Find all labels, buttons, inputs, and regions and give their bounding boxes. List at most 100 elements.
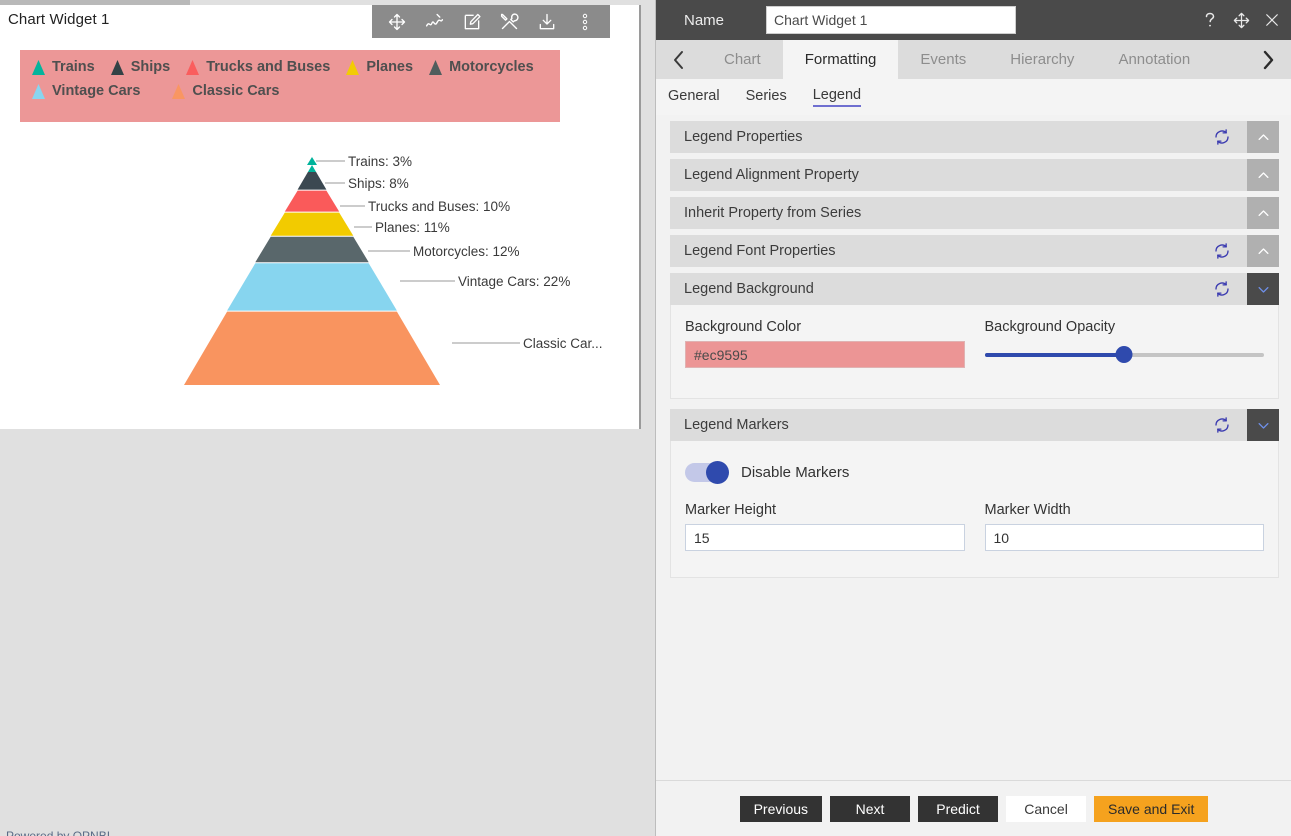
properties-dialog: Name Chart Widget 1 Chart Formatting Eve… [655, 0, 1291, 836]
section-collapse-toggle[interactable] [1247, 159, 1279, 191]
data-label: Vintage Cars: 22% [458, 274, 570, 289]
scribble-icon[interactable] [421, 9, 447, 35]
marker-width-label: Marker Width [984, 502, 1071, 518]
pyramid-slice[interactable] [297, 172, 327, 190]
sub-tab-strip: General Series Legend [656, 79, 1291, 115]
tab-chart[interactable]: Chart [702, 40, 783, 79]
section-title: Inherit Property from Series [684, 205, 862, 221]
section-header[interactable]: Inherit Property from Series [670, 197, 1279, 229]
section-legend-markers: Legend Markers Disable Markers Marker He… [670, 409, 1279, 578]
section-title: Legend Font Properties [684, 243, 836, 259]
section-header[interactable]: Legend Markers [670, 409, 1279, 441]
tab-prev-arrow[interactable] [656, 40, 702, 79]
cancel-button[interactable]: Cancel [1006, 795, 1087, 822]
tab-events[interactable]: Events [898, 40, 988, 79]
pyramid-slice[interactable] [284, 190, 340, 212]
section-header[interactable]: Legend Properties [670, 121, 1279, 153]
section-header[interactable]: Legend Alignment Property [670, 159, 1279, 191]
subtab-general[interactable]: General [668, 88, 720, 106]
dashboard-canvas: Chart Widget 1 Trains Ships Trucks and B… [0, 0, 655, 836]
marker-width-field: Marker Width [984, 502, 1264, 551]
section-collapse-toggle[interactable] [1247, 235, 1279, 267]
legend-item-label: Vintage Cars [52, 83, 141, 99]
legend-row: Trains Ships Trucks and Buses Planes Mot… [32, 59, 548, 75]
refresh-icon[interactable] [1213, 416, 1231, 434]
apex-marker-icon [307, 157, 317, 165]
refresh-icon[interactable] [1213, 280, 1231, 298]
legend-item[interactable]: Vintage Cars [32, 83, 140, 99]
previous-button[interactable]: Previous [739, 795, 823, 822]
section-title: Legend Properties [684, 129, 803, 145]
marker-height-label: Marker Height [685, 502, 777, 518]
legend-item-label: Trains [52, 59, 95, 75]
pyramid-slice[interactable] [270, 212, 354, 236]
tools-icon[interactable] [497, 9, 523, 35]
widget-name-input[interactable] [766, 6, 1017, 34]
disable-markers-toggle[interactable] [685, 461, 729, 484]
section-title: Legend Background [684, 281, 814, 297]
section-collapse-toggle[interactable] [1247, 409, 1279, 441]
predict-button[interactable]: Predict [918, 795, 999, 822]
legend-item[interactable]: Trains [32, 59, 95, 75]
edit-icon[interactable] [459, 9, 485, 35]
tab-formatting[interactable]: Formatting [782, 40, 899, 79]
legend-item[interactable]: Ships [110, 59, 170, 75]
pyramid-slice[interactable] [184, 311, 440, 385]
legend-item[interactable]: Planes [346, 59, 413, 75]
legend-marker-icon [346, 59, 360, 75]
marker-height-input[interactable] [685, 524, 965, 551]
save-and-exit-button[interactable]: Save and Exit [1094, 795, 1209, 822]
close-icon[interactable] [1261, 9, 1283, 31]
legend-item-label: Planes [366, 59, 414, 75]
legend-row: Vintage Cars Classic Cars [32, 83, 548, 99]
section-collapse-toggle[interactable] [1247, 273, 1279, 305]
pyramid-slice[interactable] [227, 263, 397, 311]
dialog-header: Name [656, 0, 1291, 40]
help-icon[interactable] [1199, 9, 1221, 31]
section-title: Legend Alignment Property [684, 167, 859, 183]
refresh-icon[interactable] [1213, 242, 1231, 260]
section-body: Disable Markers Marker Height Marker Wid… [670, 441, 1279, 578]
app-root: Chart Widget 1 Trains Ships Trucks and B… [0, 0, 1291, 836]
section-header[interactable]: Legend Background [670, 273, 1279, 305]
download-icon[interactable] [534, 9, 560, 35]
section-body: Background Color Background Opacity [670, 305, 1279, 399]
legend-item-label: Motorcycles [449, 59, 534, 75]
pyramid-slice[interactable] [307, 165, 317, 172]
tab-next-arrow[interactable] [1245, 40, 1291, 79]
data-label: Motorcycles: 12% [413, 244, 520, 259]
data-label: Ships: 8% [348, 176, 409, 191]
next-button[interactable]: Next [830, 795, 911, 822]
section-collapse-toggle[interactable] [1247, 197, 1279, 229]
section-header[interactable]: Legend Font Properties [670, 235, 1279, 267]
legend-item[interactable]: Classic Cars [172, 83, 279, 99]
legend-item-label: Trucks and Buses [206, 59, 331, 75]
legend-item[interactable]: Motorcycles [429, 59, 534, 75]
widget-toolbar [372, 5, 610, 38]
more-options-icon[interactable] [572, 9, 598, 35]
section-collapse-toggle[interactable] [1247, 121, 1279, 153]
data-label: Classic Car... [523, 336, 603, 351]
slider-fill [984, 352, 1125, 357]
legend-marker-icon [172, 83, 186, 99]
move-icon[interactable] [384, 9, 410, 35]
legend-marker-icon [110, 59, 124, 75]
legend-item[interactable]: Trucks and Buses [186, 59, 330, 75]
tab-hierarchy[interactable]: Hierarchy [988, 40, 1096, 79]
marker-width-input[interactable] [984, 524, 1264, 551]
move-icon[interactable] [1230, 9, 1252, 31]
tab-annotation[interactable]: Annotation [1096, 40, 1212, 79]
subtab-legend[interactable]: Legend [812, 87, 862, 107]
background-opacity-slider[interactable] [984, 341, 1264, 368]
legend-marker-icon [186, 59, 200, 75]
toggle-knob [706, 461, 729, 484]
section-legend-properties: Legend Properties [670, 121, 1279, 153]
background-color-input[interactable] [685, 341, 965, 368]
slider-thumb[interactable] [1115, 346, 1133, 363]
legend-marker-icon [32, 59, 45, 75]
background-opacity-label: Background Opacity [984, 319, 1116, 335]
pyramid-chart: Trains: 3% Ships: 8% Trucks and Buses: 1… [0, 125, 641, 425]
refresh-icon[interactable] [1213, 128, 1231, 146]
pyramid-slice[interactable] [255, 236, 369, 263]
subtab-series[interactable]: Series [746, 88, 787, 106]
